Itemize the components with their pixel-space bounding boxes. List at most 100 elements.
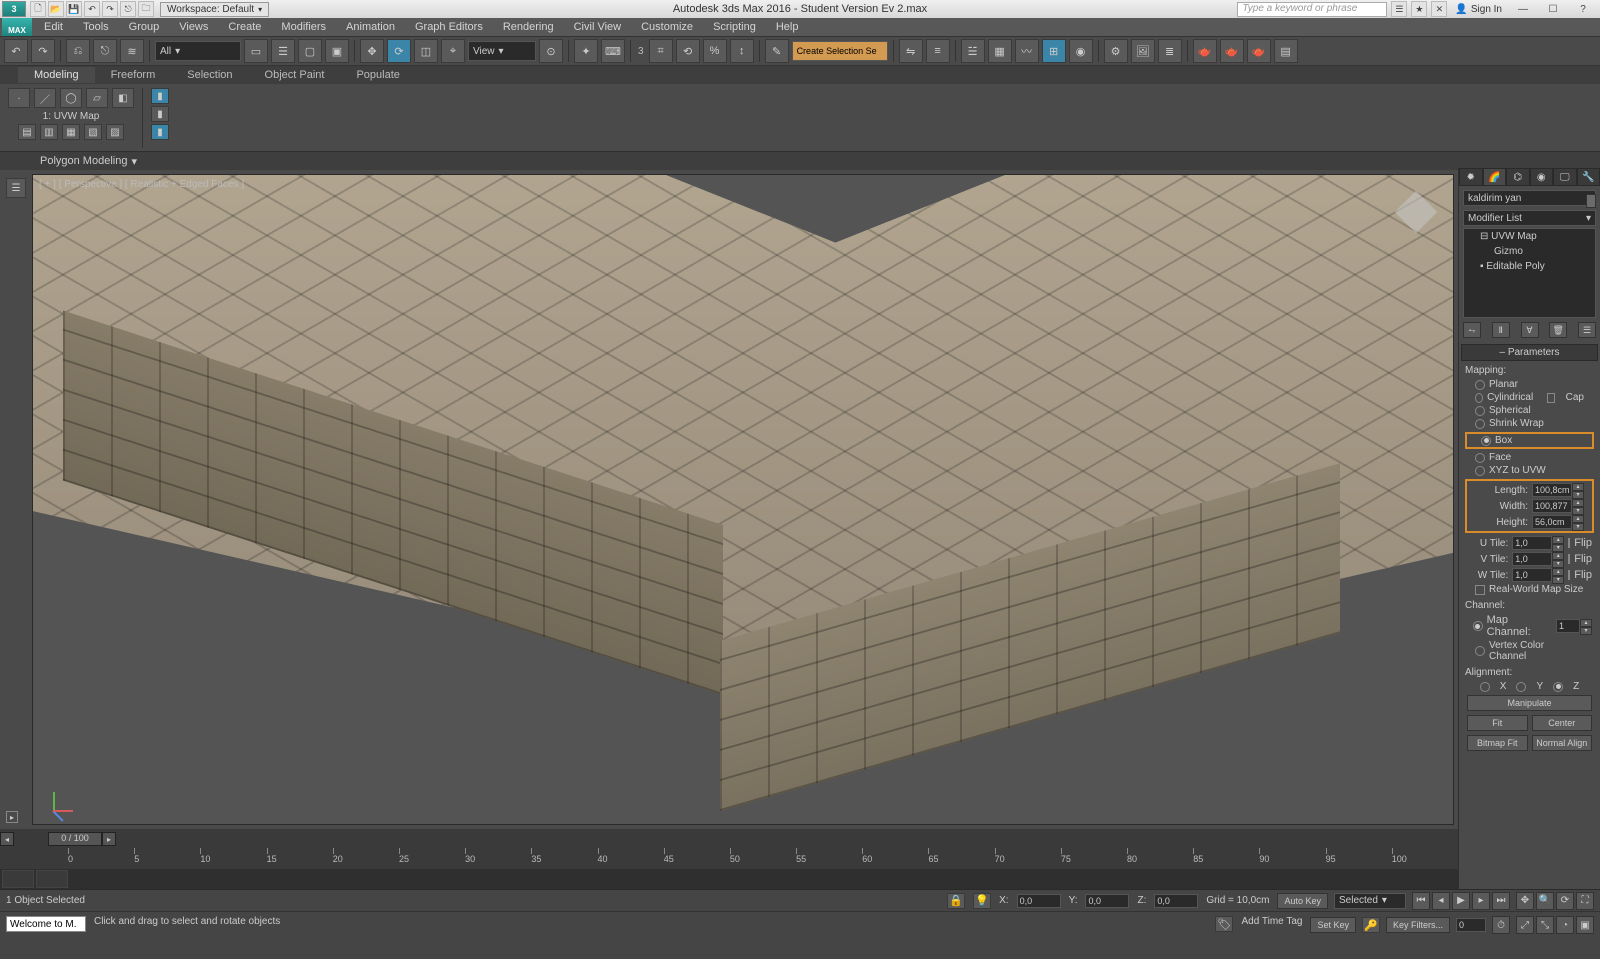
rib-icon-1[interactable]: ▤	[18, 124, 36, 140]
rotate-button[interactable]: ⟳	[387, 39, 411, 63]
redo-button[interactable]: ↷	[31, 39, 55, 63]
key-filters-button[interactable]: Key Filters...	[1386, 917, 1450, 933]
unlink-button[interactable]: ⎋	[93, 39, 117, 63]
scale-button[interactable]: ◫	[414, 39, 438, 63]
key-icon[interactable]: 🔑	[1362, 917, 1380, 933]
polygon-modeling-bar[interactable]: Polygon Modeling ▾	[0, 152, 1600, 170]
ribbon-tab-freeform[interactable]: Freeform	[95, 67, 172, 83]
trackbar-toggle[interactable]	[2, 870, 34, 888]
menu-scripting[interactable]: Scripting	[703, 19, 766, 35]
height-spinner[interactable]: ▴▾	[1532, 515, 1584, 529]
rib-icon-5[interactable]: ▨	[106, 124, 124, 140]
modifier-stack[interactable]: ⊟ UVW Map Gizmo ▪ Editable Poly	[1463, 228, 1596, 318]
goto-end-button[interactable]: ⏭	[1492, 892, 1510, 910]
material-editor-button[interactable]: ◉	[1069, 39, 1093, 63]
show-end-result-button[interactable]: Ⅱ	[1492, 322, 1510, 338]
render-activeshade-button[interactable]: 🫖	[1247, 39, 1271, 63]
align-y-radio[interactable]	[1516, 682, 1526, 692]
scene-explorer-toggle[interactable]: ☰	[6, 178, 26, 198]
new-icon[interactable]: 🗋	[30, 1, 46, 17]
maximize-button[interactable]: ☐	[1540, 2, 1566, 17]
application-menu-button[interactable]: MAX	[2, 18, 32, 36]
subobj-element-button[interactable]: ◧	[112, 88, 134, 108]
align-z-radio[interactable]	[1553, 682, 1563, 692]
undo-icon[interactable]: ↶	[84, 1, 100, 17]
edit-named-sel-button[interactable]: ✎	[765, 39, 789, 63]
utilities-tab[interactable]: 🔧	[1577, 168, 1600, 186]
pan-button[interactable]: ✥	[1516, 892, 1534, 910]
maxscript-listener[interactable]: Welcome to M.	[6, 916, 86, 932]
mapping-spherical[interactable]: Spherical	[1461, 404, 1598, 417]
app-logo-icon[interactable]: 3	[2, 1, 26, 17]
uflip-checkbox[interactable]	[1568, 538, 1570, 548]
zoom-button[interactable]: 🔍	[1536, 892, 1554, 910]
menu-views[interactable]: Views	[169, 19, 218, 35]
rendered-frame-button[interactable]: 🖼	[1131, 39, 1155, 63]
link-icon[interactable]: ⎋	[120, 1, 136, 17]
spinner-snap-button[interactable]: ↕	[730, 39, 754, 63]
modify-tab[interactable]: 🌈	[1483, 168, 1507, 186]
pin-stack-button[interactable]: ⥊	[1463, 322, 1481, 338]
cap-checkbox[interactable]	[1547, 393, 1555, 403]
stack-editable-poly[interactable]: ▪ Editable Poly	[1464, 259, 1595, 274]
selection-filter-dropdown[interactable]: All▾	[155, 41, 241, 61]
menu-modifiers[interactable]: Modifiers	[271, 19, 336, 35]
project-icon[interactable]: 🗀	[138, 1, 154, 17]
rib-icon-2[interactable]: ▥	[40, 124, 58, 140]
timeline-left-arrow[interactable]: ◂	[0, 832, 14, 846]
ribbon-tab-modeling[interactable]: Modeling	[18, 67, 95, 83]
help-icon[interactable]: ?	[1570, 2, 1596, 17]
manipulate-button[interactable]: ✦	[574, 39, 598, 63]
length-spinner[interactable]: ▴▾	[1532, 483, 1584, 497]
percent-snap-button[interactable]: %	[703, 39, 727, 63]
min-max-toggle-button[interactable]: ▣	[1576, 916, 1594, 934]
menu-help[interactable]: Help	[766, 19, 809, 35]
curve-editor-button[interactable]: 〰	[1015, 39, 1039, 63]
undo-button[interactable]: ↶	[4, 39, 28, 63]
stack-gizmo[interactable]: Gizmo	[1464, 244, 1595, 259]
help-search-input[interactable]: Type a keyword or phrase	[1237, 2, 1387, 17]
z-coord-input[interactable]	[1154, 894, 1198, 908]
configure-sets-button[interactable]: ☰	[1578, 322, 1596, 338]
subobj-border-button[interactable]: ◯	[60, 88, 82, 108]
align-button[interactable]: ≡	[926, 39, 950, 63]
align-x-radio[interactable]	[1480, 682, 1490, 692]
display-tab[interactable]: 🖵	[1553, 168, 1577, 186]
mapping-face[interactable]: Face	[1461, 451, 1598, 464]
vflip-checkbox[interactable]	[1568, 554, 1570, 564]
layer-explorer-button[interactable]: ☱	[961, 39, 985, 63]
subobj-edge-button[interactable]: ／	[34, 88, 56, 108]
infocenter-icon[interactable]: ☰	[1391, 1, 1407, 17]
angle-snap-button[interactable]: ⟲	[676, 39, 700, 63]
rib-side-3[interactable]: ▮	[151, 124, 169, 140]
viewport-label[interactable]: [ + ] [ Perspective ] [ Realistic + Edge…	[39, 179, 244, 190]
pivot-center-button[interactable]: ⊙	[539, 39, 563, 63]
menu-create[interactable]: Create	[218, 19, 271, 35]
make-unique-button[interactable]: ∀	[1521, 322, 1539, 338]
open-icon[interactable]: 📂	[48, 1, 64, 17]
y-coord-input[interactable]	[1085, 894, 1129, 908]
object-color-swatch[interactable]	[1586, 194, 1596, 208]
timeline-right-arrow[interactable]: ▸	[102, 832, 116, 846]
map-channel-radio[interactable]	[1473, 621, 1483, 631]
zoom-extents-all-button[interactable]: ⤡	[1536, 916, 1554, 934]
wflip-checkbox[interactable]	[1568, 570, 1570, 580]
object-name-field[interactable]: kaldirim yan	[1463, 190, 1596, 206]
wtile-spinner[interactable]: ▴▾	[1512, 568, 1564, 582]
menu-edit[interactable]: Edit	[34, 19, 73, 35]
ribbon-tab-object-paint[interactable]: Object Paint	[249, 67, 341, 83]
map-channel-spinner[interactable]: ▴▾	[1556, 619, 1592, 633]
subobj-vertex-button[interactable]: ·	[8, 88, 30, 108]
normal-align-button[interactable]: Normal Align	[1532, 735, 1593, 751]
setkey-button[interactable]: Set Key	[1310, 917, 1356, 933]
menu-graph-editors[interactable]: Graph Editors	[405, 19, 493, 35]
snap-toggle-button[interactable]: ⌗	[649, 39, 673, 63]
mapping-planar[interactable]: Planar	[1461, 378, 1598, 391]
mapping-box[interactable]: Box	[1467, 434, 1592, 447]
subobj-poly-button[interactable]: ▱	[86, 88, 108, 108]
mapping-shrinkwrap[interactable]: Shrink Wrap	[1461, 417, 1598, 430]
move-button[interactable]: ✥	[360, 39, 384, 63]
manipulate-button[interactable]: Manipulate	[1467, 695, 1592, 711]
next-frame-button[interactable]: ▸	[1472, 892, 1490, 910]
track-bar[interactable]	[0, 869, 1458, 889]
